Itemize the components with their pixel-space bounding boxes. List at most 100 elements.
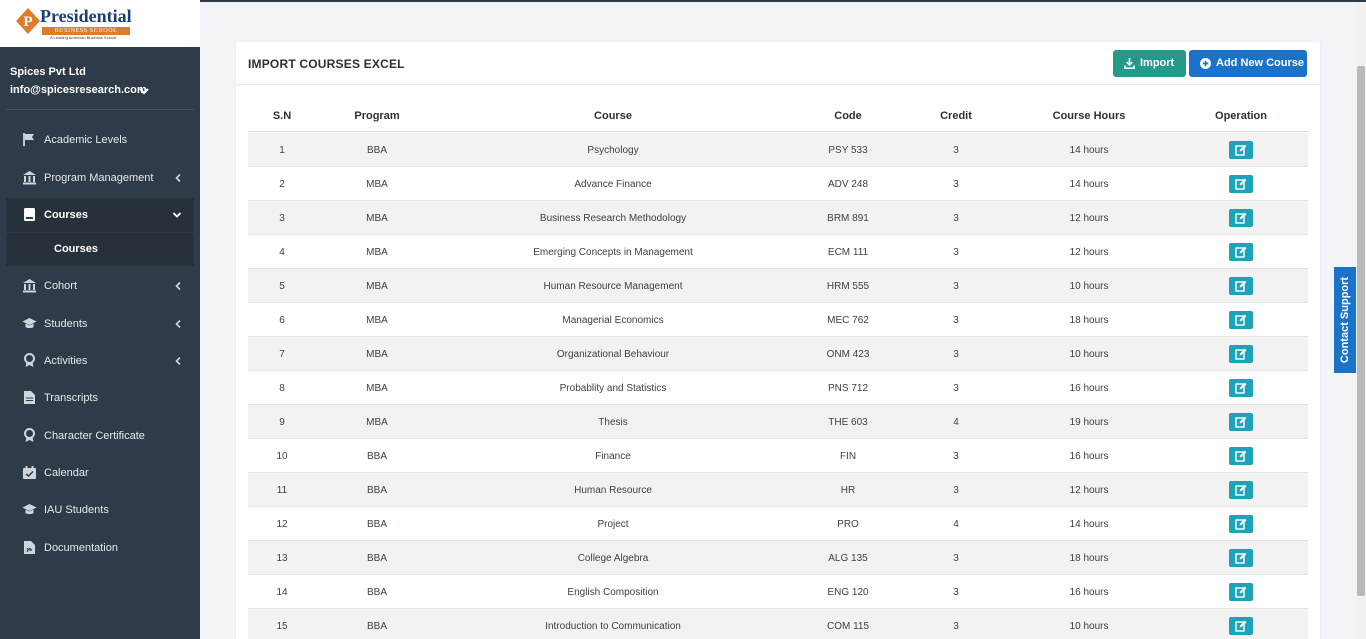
school-logo: P Presidential BUSINESS SCHOOL A Leading… (16, 6, 136, 40)
cell-credit: 3 (953, 553, 959, 564)
cell-sn: 7 (279, 349, 285, 360)
cell-sn: 5 (279, 281, 285, 292)
edit-button[interactable] (1229, 481, 1253, 499)
edit-button[interactable] (1229, 277, 1253, 295)
cell-code: ADV 248 (827, 179, 869, 190)
cell-program: MBA (366, 247, 388, 258)
cell-code: PRO (837, 519, 859, 530)
cell-sn: 13 (276, 553, 288, 564)
sidebar-item-label: Courses (44, 209, 89, 221)
sidebar-item-label: Transcripts (44, 392, 98, 404)
edit-button[interactable] (1229, 515, 1253, 533)
cell-course: Probablity and Statistics (559, 383, 667, 394)
edit-button[interactable] (1229, 549, 1253, 567)
cell-course: College Algebra (577, 553, 649, 564)
cell-program: MBA (366, 349, 388, 360)
cell-course: Human Resource (574, 485, 652, 496)
cell-credit: 3 (953, 383, 959, 394)
cell-program: MBA (366, 213, 388, 224)
edit-icon (1235, 178, 1247, 190)
cell-code: HR (840, 485, 856, 496)
cell-program: BBA (366, 587, 388, 598)
cell-credit: 3 (953, 621, 959, 632)
cell-code: BRM 891 (827, 213, 869, 224)
sidebar-item-iau-students[interactable]: IAU Students (6, 493, 194, 527)
cell-credit: 3 (953, 485, 959, 496)
cell-hours: 16 hours (1069, 451, 1109, 462)
chevron-down-icon (172, 212, 182, 218)
sidebar-item-documentation[interactable]: Documentation (6, 531, 194, 565)
sidebar-item-character-certificate[interactable]: Character Certificate (6, 419, 194, 453)
cell-hours: 19 hours (1069, 417, 1109, 428)
flag-icon (23, 133, 34, 146)
edit-button[interactable] (1229, 413, 1253, 431)
edit-icon (1235, 348, 1247, 360)
sidebar-item-transcripts[interactable]: Transcripts (6, 381, 194, 415)
cell-program: BBA (366, 485, 388, 496)
cell-code: FIN (839, 451, 857, 462)
sidebar-item-program-management[interactable]: Program Management (6, 161, 194, 195)
edit-button[interactable] (1229, 583, 1253, 601)
chevron-left-icon (175, 173, 181, 183)
sidebar-item-academic-levels[interactable]: Academic Levels (6, 123, 194, 157)
cell-program: BBA (366, 519, 388, 530)
cell-hours: 14 hours (1069, 145, 1109, 156)
cell-program: MBA (366, 383, 388, 394)
sidebar-item-cohort[interactable]: Cohort (6, 269, 194, 303)
cell-sn: 11 (276, 485, 288, 496)
cell-code: PSY 533 (828, 145, 868, 156)
sidebar-subitem-courses[interactable]: Courses (6, 233, 194, 266)
edit-button[interactable] (1229, 379, 1253, 397)
sidebar-item-students[interactable]: Students (6, 307, 194, 341)
edit-icon (1235, 586, 1247, 598)
edit-button[interactable] (1229, 141, 1253, 159)
cell-hours: 12 hours (1069, 485, 1109, 496)
cell-course: Advance Finance (574, 179, 652, 190)
edit-icon (1235, 314, 1247, 326)
sidebar-item-courses[interactable]: Courses (6, 198, 194, 232)
page-scrollbar-thumb[interactable] (1357, 66, 1365, 596)
edit-button[interactable] (1229, 617, 1253, 635)
cell-program: BBA (366, 145, 388, 156)
edit-icon (1235, 212, 1247, 224)
edit-icon (1235, 450, 1247, 462)
sidebar: P Presidential BUSINESS SCHOOL A Leading… (0, 0, 200, 639)
sidebar-item-label: Documentation (44, 542, 118, 554)
cell-hours: 16 hours (1069, 587, 1109, 598)
sidebar-item-calendar[interactable]: Calendar (6, 456, 194, 490)
add-new-course-label: Add New Course (1216, 57, 1305, 69)
cell-credit: 4 (953, 417, 959, 428)
table-row: 14 BBA English Composition ENG 120 3 16 hours (248, 575, 1308, 609)
edit-button[interactable] (1229, 243, 1253, 261)
cell-course: Human Resource Management (543, 281, 683, 292)
cell-code: ENG 120 (827, 587, 869, 598)
edit-button[interactable] (1229, 345, 1253, 363)
edit-button[interactable] (1229, 175, 1253, 193)
cell-sn: 12 (276, 519, 288, 530)
sidebar-item-label: Program Management (44, 172, 154, 184)
cell-hours: 18 hours (1069, 553, 1109, 564)
edit-button[interactable] (1229, 209, 1253, 227)
sidebar-item-label: Activities (44, 355, 88, 367)
column-header-course-hours: Course Hours (1052, 110, 1126, 122)
cell-code: PNS 712 (827, 383, 869, 394)
cell-sn: 2 (279, 179, 285, 190)
chevron-down-icon[interactable] (138, 86, 150, 96)
cell-code: ECM 111 (827, 247, 869, 258)
logo-area[interactable]: P Presidential BUSINESS SCHOOL A Leading… (0, 0, 200, 47)
edit-button[interactable] (1229, 311, 1253, 329)
import-button-label: Import (1140, 57, 1175, 69)
plus-circle-icon (1200, 58, 1211, 69)
cell-sn: 9 (279, 417, 285, 428)
edit-button[interactable] (1229, 447, 1253, 465)
chevron-left-icon (175, 319, 181, 329)
add-new-course-button[interactable]: Add New Course (1189, 50, 1307, 77)
logo-subtitle: BUSINESS SCHOOL (42, 27, 130, 35)
import-button[interactable]: Import (1113, 50, 1186, 77)
cell-program: MBA (366, 315, 388, 326)
sidebar-item-activities[interactable]: Activities (6, 344, 194, 378)
cell-hours: 12 hours (1069, 247, 1109, 258)
page-title: IMPORT COURSES EXCEL (248, 57, 405, 71)
user-email[interactable]: info@spicesresearch.com (10, 84, 147, 96)
contact-support-tab[interactable]: Contact Support (1334, 267, 1356, 373)
